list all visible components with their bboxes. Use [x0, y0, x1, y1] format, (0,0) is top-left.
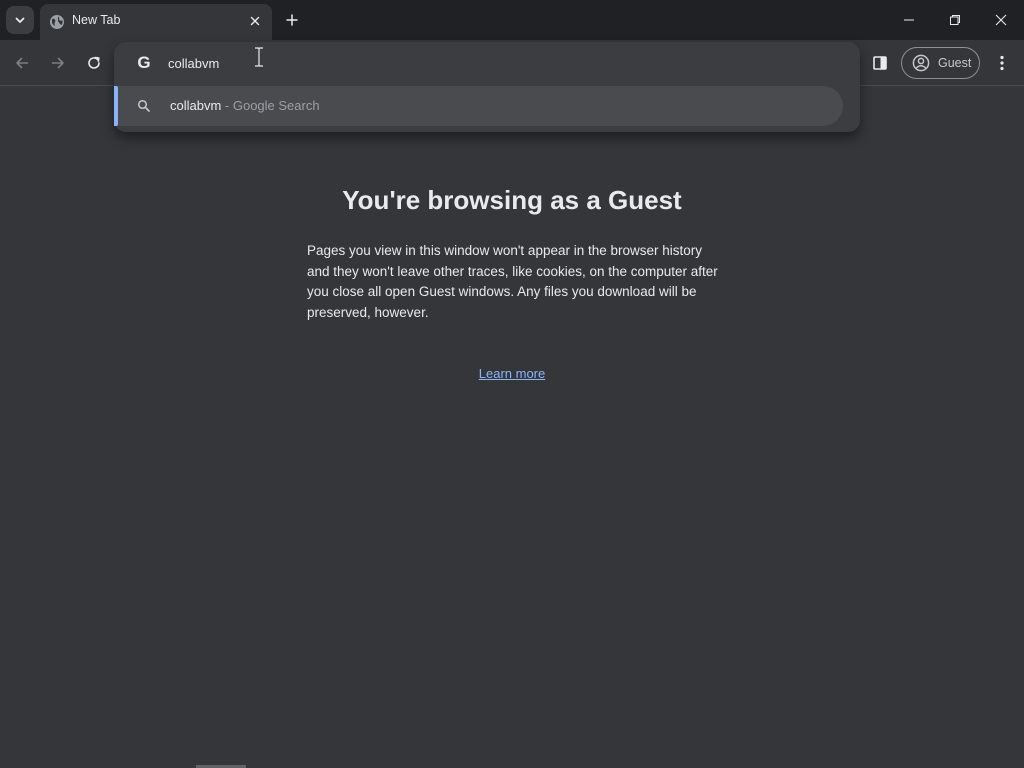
- text-cursor-icon: [255, 47, 263, 67]
- restore-icon: [950, 15, 960, 25]
- reload-button[interactable]: [80, 49, 108, 77]
- arrow-left-icon: [16, 57, 29, 69]
- profile-button[interactable]: Guest: [901, 47, 980, 79]
- forward-button[interactable]: [44, 49, 72, 77]
- side-panel-button[interactable]: [866, 49, 894, 77]
- close-icon: [250, 16, 260, 26]
- suggestion-suffix: - Google Search: [221, 98, 320, 113]
- omnibox-suggestion[interactable]: collabvm - Google Search: [114, 86, 843, 126]
- new-tab-button[interactable]: [280, 8, 304, 32]
- suggestion-text: collabvm - Google Search: [170, 98, 320, 113]
- tab-new-tab[interactable]: New Tab: [40, 4, 272, 40]
- close-window-button[interactable]: [978, 0, 1024, 40]
- close-icon: [995, 14, 1007, 26]
- back-button[interactable]: [8, 49, 36, 77]
- search-icon: [137, 99, 150, 112]
- minimize-button[interactable]: [886, 0, 932, 40]
- chevron-down-icon: [15, 17, 25, 23]
- suggestion-query: collabvm: [170, 98, 222, 113]
- page-description: Pages you view in this window won't appe…: [307, 243, 718, 320]
- menu-button[interactable]: [990, 49, 1014, 77]
- reload-icon: [88, 56, 100, 69]
- minimize-icon: [904, 19, 914, 21]
- arrow-right-icon: [51, 57, 64, 69]
- google-icon: G: [137, 53, 151, 72]
- side-panel-icon: [873, 56, 887, 70]
- title-bar: New Tab: [0, 0, 1024, 40]
- account-circle-icon: [912, 54, 930, 72]
- tab-title: New Tab: [72, 13, 121, 27]
- selection-indicator: [114, 86, 118, 126]
- learn-more-container: Learn more: [0, 366, 1024, 381]
- globe-icon: [50, 15, 64, 29]
- learn-more-link[interactable]: Learn more: [479, 366, 545, 381]
- tab-search-button[interactable]: [6, 6, 34, 34]
- omnibox-dropdown: G collabvm - Google Search: [114, 42, 860, 132]
- guest-page: You're browsing as a Guest Pages you vie…: [0, 87, 1024, 768]
- restore-button[interactable]: [932, 0, 978, 40]
- page-title: You're browsing as a Guest: [342, 185, 682, 215]
- more-vertical-icon: [1000, 55, 1004, 71]
- tab-close-button[interactable]: [246, 12, 264, 30]
- plus-icon: [286, 14, 298, 26]
- profile-label: Guest: [938, 56, 972, 70]
